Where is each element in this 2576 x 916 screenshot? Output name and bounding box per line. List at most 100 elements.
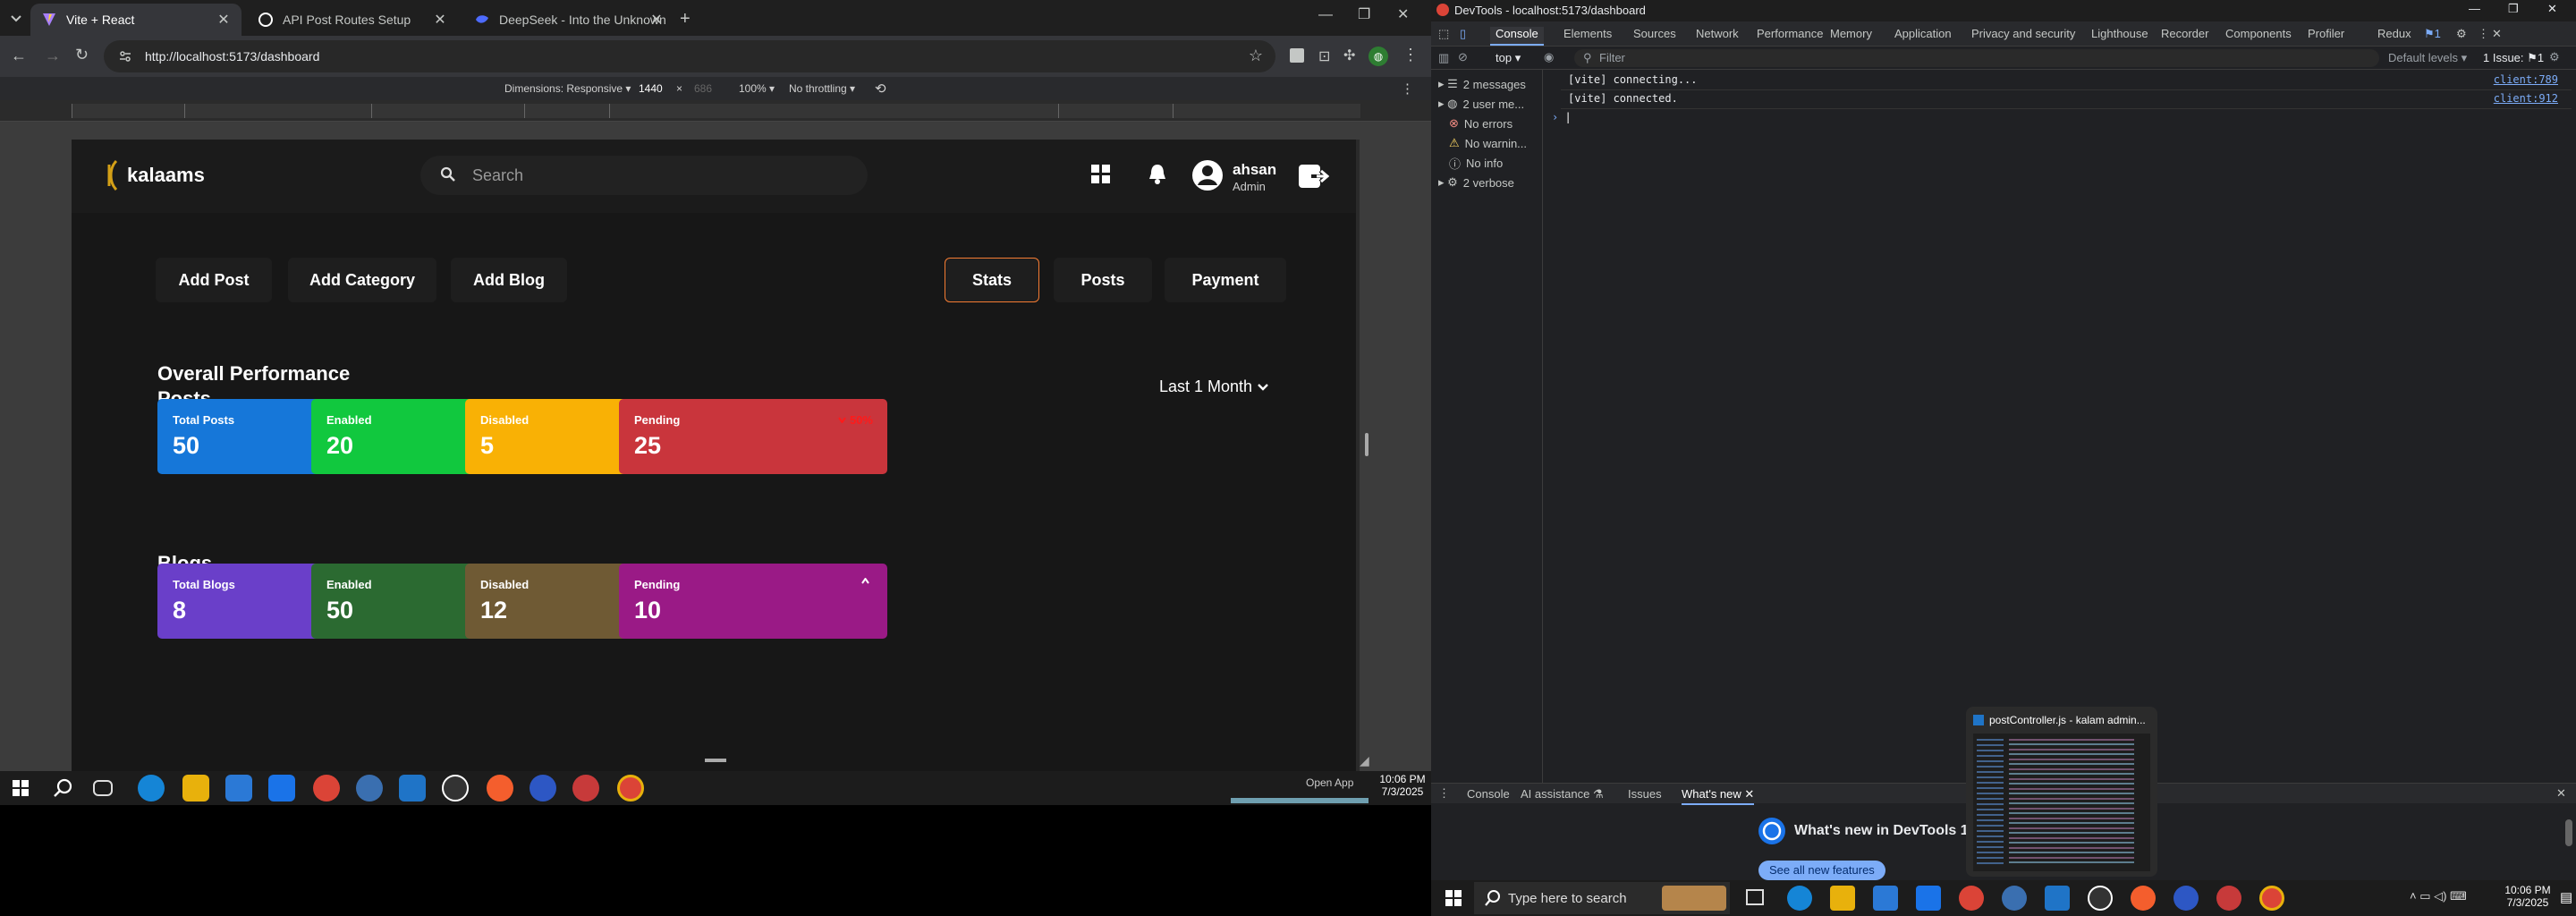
task-view-icon[interactable] [1746, 889, 1764, 905]
windows-start-icon[interactable] [1445, 890, 1462, 906]
console-prompt[interactable]: › | [1552, 111, 1572, 127]
devtools-tab-network[interactable]: Network [1696, 27, 1739, 40]
bookmark-star-icon[interactable]: ☆ [1249, 47, 1263, 65]
chrome-icon[interactable] [313, 775, 340, 802]
notifications-icon[interactable]: ▤ [2560, 889, 2572, 905]
inspect-element-icon[interactable]: ⬚ [1438, 27, 1449, 41]
add-blog-button[interactable]: Add Blog [451, 258, 567, 302]
devtools-tab-sources[interactable]: Sources [1633, 27, 1676, 40]
mail-icon[interactable] [268, 775, 295, 802]
app-icon-3[interactable] [2216, 886, 2241, 911]
zoom-icon[interactable] [530, 775, 556, 802]
tab-close-icon[interactable]: ✕ [431, 11, 449, 29]
drawer-menu-icon[interactable]: ⋮ [1438, 786, 1450, 801]
drawer-tab-issues[interactable]: Issues [1628, 787, 1662, 801]
new-tab-icon[interactable]: + [680, 9, 691, 30]
devtools-menu-icon[interactable]: ⋮ [2478, 27, 2489, 41]
settings-gear-icon[interactable]: ⚙ [2456, 27, 2467, 41]
drawer-tab-ai-assistance[interactable]: AI assistance ⚗ [1521, 787, 1604, 802]
devtools-close-icon[interactable]: ✕ [2547, 2, 2557, 16]
posts-stat-card[interactable]: Pending 25 50% [619, 399, 887, 474]
add-post-button[interactable]: Add Post [156, 258, 272, 302]
search-bar[interactable]: Search [420, 156, 868, 195]
console-output[interactable]: [vite] connecting... client:789 [vite] c… [1543, 70, 2576, 783]
devtools-close-panel-icon[interactable]: ✕ [2492, 27, 2502, 41]
context-selector[interactable]: top ▾ [1496, 51, 1521, 65]
site-info-icon[interactable] [118, 49, 132, 64]
tab-close-icon[interactable]: ✕ [215, 11, 233, 29]
rotate-icon[interactable]: ⟲ [875, 81, 886, 97]
viewport-scrollbar[interactable] [1356, 140, 1360, 771]
taskbar-search-box[interactable]: Type here to search [1474, 882, 1730, 914]
device-menu-icon[interactable]: ⋮ [1401, 81, 1414, 97]
devtools-tab-redux[interactable]: Redux [2377, 27, 2411, 40]
app-icon-2[interactable] [442, 775, 469, 802]
open-app-label[interactable]: Open App [1306, 776, 1353, 789]
devtools-tab-lighthouse[interactable]: Lighthouse [2091, 27, 2148, 40]
console-source-link[interactable]: client:789 [2494, 73, 2558, 89]
sidebar-user-messages[interactable]: ▸ ◍ 2 user me... [1438, 95, 1524, 113]
sidebar-warnings[interactable]: ⚠ No warnin... [1438, 134, 1527, 152]
live-expression-eye-icon[interactable]: ◉ [1544, 50, 1554, 64]
profile-avatar[interactable]: ◍ [1368, 47, 1388, 66]
log-levels-dropdown[interactable]: Default levels ▾ [2388, 51, 2467, 65]
minimize-icon[interactable]: — [1318, 7, 1333, 23]
clear-console-icon[interactable]: ⊘ [1458, 50, 1468, 64]
blogs-stat-card[interactable]: Pending 10 [619, 564, 887, 639]
mail-icon[interactable] [1916, 886, 1941, 911]
taskbar-search-icon[interactable] [54, 778, 73, 798]
logout-icon[interactable] [1299, 163, 1329, 190]
drawer-tab-console[interactable]: Console [1467, 787, 1510, 801]
tab-deepseek[interactable]: DeepSeek - Into the Unknown ✕ [463, 4, 674, 36]
taskbar-clock[interactable]: 10:06 PM 7/3/2025 [1377, 773, 1428, 798]
devtools-tab-console[interactable]: Console [1490, 27, 1544, 46]
browser-menu-icon[interactable]: ⋮ [1402, 46, 1419, 64]
app-icon-1[interactable] [2002, 886, 2027, 911]
tab-vite-react[interactable]: Vite + React ✕ [30, 4, 242, 36]
tab-close-icon[interactable]: ✕ [648, 11, 665, 29]
app-icon-2[interactable] [2088, 886, 2113, 911]
width-input[interactable]: 1440 [639, 82, 663, 95]
console-settings-gear-icon[interactable]: ⚙ [2549, 50, 2560, 64]
issues-count-link[interactable]: 1 Issue: ⚑1 [2483, 51, 2544, 65]
notification-bell-icon[interactable] [1147, 163, 1168, 186]
restore-icon[interactable]: ❐ [1358, 5, 1370, 23]
resize-handle-right[interactable] [1365, 433, 1368, 456]
chrome-icon[interactable] [1959, 886, 1984, 911]
vscode-preview-popup[interactable]: postController.js - kalam admin... [1966, 707, 2157, 877]
devtools-tab-profiler[interactable]: Profiler [2308, 27, 2344, 40]
devtools-tab-recorder[interactable]: Recorder [2161, 27, 2208, 40]
zoom-dropdown[interactable]: 100% ▾ [739, 82, 775, 95]
devtools-tab-privacy-and-security[interactable]: Privacy and security [1971, 27, 2075, 40]
payment-tab[interactable]: Payment [1165, 258, 1286, 302]
resize-handle-bottom[interactable] [705, 759, 726, 762]
store-icon[interactable] [225, 775, 252, 802]
user-avatar-icon[interactable] [1191, 159, 1224, 191]
sidebar-toggle-icon[interactable]: ▥ [1438, 51, 1449, 65]
system-tray-icons[interactable]: ˄ ▭ ◁) ⌨ [2410, 889, 2467, 903]
devtools-restore-icon[interactable]: ❐ [2508, 2, 2519, 16]
zoom-icon[interactable] [2174, 886, 2199, 911]
extensions-puzzle-icon[interactable]: ✣ [1343, 47, 1355, 64]
apps-grid-icon[interactable] [1091, 165, 1111, 184]
see-all-features-button[interactable]: See all new features [1758, 861, 1885, 880]
vscode-icon[interactable] [2045, 886, 2070, 911]
back-icon[interactable]: ← [11, 47, 27, 65]
posts-tab[interactable]: Posts [1054, 258, 1152, 302]
throttling-dropdown[interactable]: No throttling ▾ [789, 82, 855, 95]
drawer-tab-whats-new[interactable]: What's new ✕ [1682, 787, 1755, 805]
resize-corner-icon[interactable]: ◢ [1360, 753, 1369, 768]
sidebar-messages[interactable]: ▸ ☰ 2 messages [1438, 75, 1526, 93]
extension-icon[interactable] [1290, 48, 1304, 63]
sidebar-errors[interactable]: ⊗ No errors [1438, 114, 1513, 132]
devtools-tab-memory[interactable]: Memory [1830, 27, 1872, 40]
file-explorer-icon[interactable] [182, 775, 209, 802]
app-icon-1[interactable] [356, 775, 383, 802]
taskbar-clock[interactable]: 10:06 PM 7/3/2025 [2501, 884, 2555, 909]
close-window-icon[interactable]: ✕ [1397, 5, 1409, 23]
postman-icon[interactable] [2131, 886, 2156, 911]
address-bar[interactable]: http://localhost:5173/dashboard ☆ [104, 40, 1275, 72]
reload-icon[interactable]: ↻ [75, 46, 89, 64]
store-icon[interactable] [1873, 886, 1898, 911]
devtools-tab-elements[interactable]: Elements [1563, 27, 1612, 40]
